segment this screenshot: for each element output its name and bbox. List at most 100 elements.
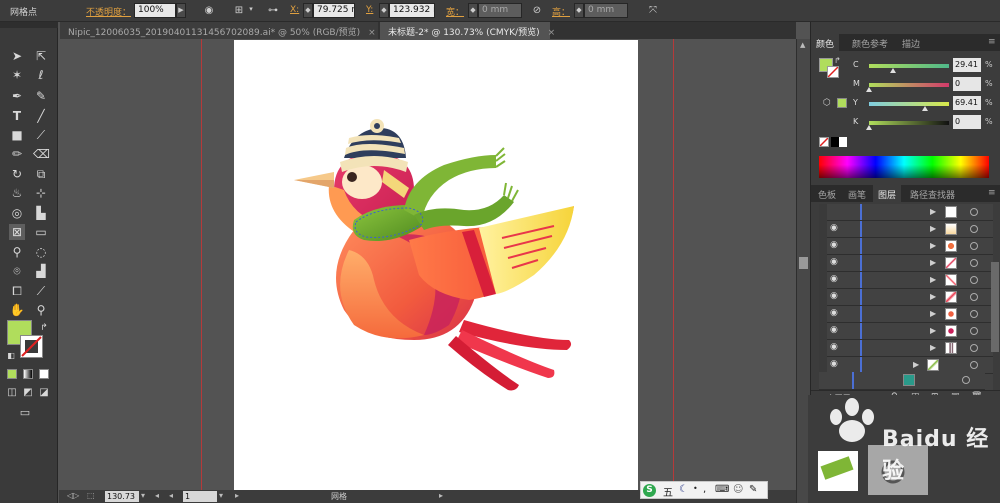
mesh-tool-icon[interactable]: ⊠ [9, 224, 25, 240]
out-of-gamut-icon[interactable]: ⬡ [823, 98, 831, 108]
width-label[interactable]: 宽： [446, 5, 464, 18]
toolbar-grip[interactable] [0, 22, 58, 28]
width-input[interactable]: 0 mm [478, 3, 522, 18]
eraser-tool-icon[interactable]: ⌫ [33, 146, 50, 162]
cyan-input[interactable]: 29.41 [953, 58, 981, 72]
symbol-sprayer-tool-icon[interactable]: ⌾ [9, 263, 25, 279]
first-artboard-icon[interactable]: ◂ [155, 491, 159, 500]
gradient-tool-icon[interactable]: ▭ [33, 224, 49, 240]
link-icon[interactable]: ⊘ [530, 4, 544, 17]
default-colors-icon[interactable]: ◧ [3, 348, 19, 364]
panel-menu-icon[interactable]: ≡ [983, 185, 1000, 202]
list-item[interactable]: ◉ ▶ [827, 255, 993, 272]
eye-icon[interactable]: ◉ [830, 291, 840, 303]
draw-normal-icon[interactable]: ◫ [4, 385, 20, 401]
list-item[interactable] [819, 372, 985, 390]
color-mode-button[interactable] [7, 369, 17, 379]
pen-tool-icon[interactable]: ✒ [9, 88, 25, 104]
black-input[interactable]: 0 [953, 115, 981, 129]
list-item[interactable]: ▶ [827, 204, 993, 221]
black-swatch[interactable] [831, 137, 839, 147]
punctuation-icon[interactable]: , [703, 484, 706, 495]
eye-icon[interactable]: ◉ [830, 342, 840, 354]
expand-arrow-icon[interactable]: ▶ [930, 275, 936, 284]
keyboard-icon[interactable]: ⌨ [715, 484, 729, 495]
target-icon[interactable] [970, 293, 978, 301]
expand-arrow-icon[interactable]: ▶ [930, 292, 936, 301]
magenta-input[interactable]: 0 [953, 77, 981, 91]
status-menu-icon[interactable]: ▸ [439, 491, 443, 500]
target-icon[interactable] [970, 361, 978, 369]
none-color-swatch[interactable] [819, 137, 829, 147]
eye-icon[interactable]: ◉ [830, 325, 840, 337]
tab-pathfinder[interactable]: 路径查找器 [905, 185, 960, 202]
tab-stroke[interactable]: 描边 [897, 34, 925, 51]
list-item[interactable]: ◉ ▶ [827, 272, 993, 289]
transform-icon[interactable]: ⤧ [646, 4, 660, 17]
direct-selection-tool-icon[interactable]: ⇱ [33, 48, 49, 64]
shape-builder-tool-icon[interactable]: ◎ [9, 205, 25, 221]
reference-point-icon[interactable]: ⊶ [266, 4, 280, 17]
y-stepper-icon[interactable]: ◆ [379, 3, 389, 18]
height-stepper-icon[interactable]: ◆ [574, 3, 584, 18]
opacity-dropdown-icon[interactable]: ▶ [176, 3, 186, 18]
slice-tool-icon[interactable]: ⟋ [33, 283, 49, 299]
list-item[interactable]: ◉ ▶ [827, 340, 993, 357]
list-item[interactable]: ◉ ▶ [827, 306, 993, 323]
opacity-input[interactable]: 100% [134, 3, 176, 18]
scrollbar-thumb[interactable] [799, 257, 808, 269]
width-stepper-icon[interactable]: ◆ [468, 3, 478, 18]
warp-tool-icon[interactable]: ♨ [9, 185, 25, 201]
cyan-track[interactable] [869, 64, 949, 68]
target-icon[interactable] [970, 242, 978, 250]
expand-arrow-icon[interactable]: ▶ [930, 326, 936, 335]
eye-icon[interactable]: ◉ [830, 308, 840, 320]
screen-mode-icon[interactable]: ▭ [17, 405, 33, 421]
expand-arrow-icon[interactable]: ▶ [930, 309, 936, 318]
eye-icon[interactable]: ◉ [830, 257, 840, 269]
paintbrush-tool-icon[interactable]: ⟋ [33, 127, 49, 143]
eye-icon[interactable]: ◉ [830, 223, 840, 235]
user-icon[interactable]: ☺ [733, 484, 743, 495]
rotate-tool-icon[interactable]: ↻ [9, 166, 25, 182]
list-item[interactable]: ◉ ▶ [827, 238, 993, 255]
expand-arrow-icon[interactable]: ▶ [930, 241, 936, 250]
target-icon[interactable] [970, 259, 978, 267]
y-label[interactable]: Y: [366, 5, 373, 15]
hand-tool-icon[interactable]: ✋ [9, 302, 25, 318]
gamut-swatch[interactable] [837, 98, 847, 108]
yellow-input[interactable]: 69.41 [953, 96, 981, 110]
layers-scroll-thumb[interactable] [991, 262, 999, 352]
magenta-knob[interactable] [866, 87, 872, 92]
eyedropper-tool-icon[interactable]: ⚲ [9, 244, 25, 260]
target-icon[interactable] [970, 276, 978, 284]
cyan-knob[interactable] [889, 68, 896, 73]
target-icon[interactable] [970, 327, 978, 335]
target-icon[interactable] [970, 310, 978, 318]
stroke-swatch[interactable] [20, 335, 43, 358]
next-artboard-icon[interactable]: ▸ [235, 491, 239, 500]
prev-artboard-icon[interactable]: ◂ [169, 491, 173, 500]
x-label[interactable]: X: [290, 5, 299, 15]
expand-arrow-icon[interactable]: ▶ [930, 343, 936, 352]
recolor-icon[interactable]: ◉ [202, 4, 216, 17]
dot-icon[interactable]: • [693, 484, 698, 493]
eye-icon[interactable]: ◉ [830, 274, 840, 286]
pencil-tool-icon[interactable]: ✏ [9, 146, 25, 162]
eye-icon[interactable]: ◉ [830, 240, 840, 252]
target-icon[interactable] [962, 376, 970, 384]
magenta-track[interactable] [869, 83, 949, 87]
x-stepper-icon[interactable]: ◆ [303, 3, 313, 18]
none-mode-button[interactable] [39, 369, 49, 379]
yellow-knob[interactable] [921, 106, 928, 111]
lasso-tool-icon[interactable]: ℓ [33, 67, 49, 83]
list-item[interactable]: ◉ ▶ [827, 289, 993, 306]
artboard-tool-icon[interactable]: ⧠ [9, 283, 25, 299]
expand-arrow-icon[interactable]: ▶ [930, 207, 936, 216]
swap-fill-stroke-icon[interactable]: ↱ [36, 320, 52, 336]
rectangle-tool-icon[interactable]: ■ [9, 127, 25, 143]
close-icon[interactable]: × [368, 28, 376, 38]
wrench-icon[interactable]: ✎ [749, 484, 757, 495]
moon-icon[interactable]: ☾ [679, 484, 688, 495]
tab-color[interactable]: 颜色 [811, 34, 840, 51]
